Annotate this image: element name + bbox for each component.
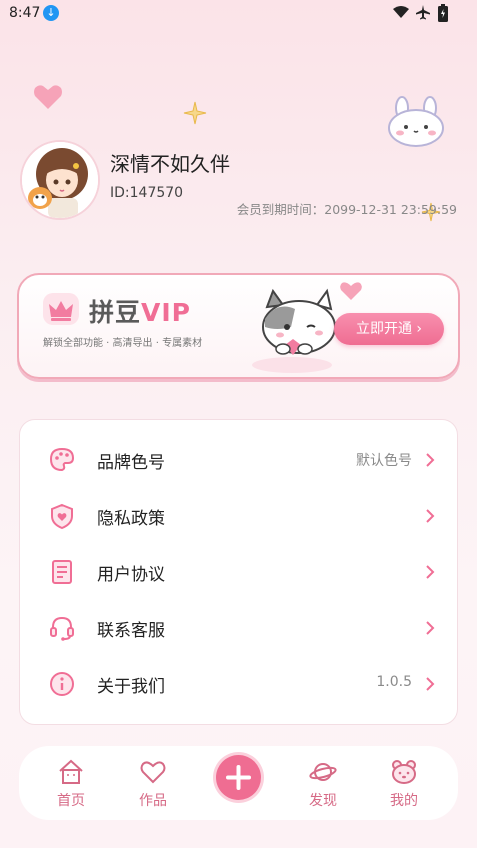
avatar-girl-icon — [22, 142, 98, 218]
palette-icon — [49, 447, 75, 472]
tab-works[interactable]: 作品 — [113, 746, 193, 820]
status-bar: 8:47 ↓ — [0, 0, 477, 26]
tab-label: 发现 — [309, 793, 337, 809]
bottom-tab-bar: 首页 作品 发现 我的 — [19, 746, 458, 820]
headset-icon — [50, 616, 74, 641]
tab-discover[interactable]: 发现 — [283, 746, 363, 820]
chevron-right-icon — [426, 509, 435, 523]
membership-expire-text: 会员到期时间：2099-12-31 23:59:59 — [236, 202, 457, 217]
create-button[interactable] — [216, 755, 261, 800]
info-icon — [50, 672, 74, 696]
tab-label: 我的 — [390, 793, 418, 809]
wifi-icon — [393, 6, 409, 18]
pixel-heart-small-icon — [340, 282, 362, 300]
vip-activate-button[interactable]: 立即开通 › — [334, 313, 444, 345]
menu-item-label: 品牌色号 — [97, 453, 165, 473]
crown-icon — [43, 293, 79, 325]
chevron-right-icon — [426, 621, 435, 635]
menu-item-brand-color[interactable]: 品牌色号 默认色号 — [20, 432, 459, 488]
menu-item-value: 默认色号 — [356, 453, 412, 469]
menu-item-label: 用户协议 — [97, 565, 165, 585]
planet-icon — [309, 763, 337, 781]
tab-home[interactable]: 首页 — [31, 746, 111, 820]
shield-heart-icon — [51, 503, 73, 530]
pixel-heart-icon — [34, 85, 62, 109]
heart-icon — [140, 761, 166, 784]
vip-title: 拼豆VIP — [89, 293, 191, 329]
menu-item-about-us[interactable]: 关于我们 1.0.5 — [20, 656, 459, 712]
menu-item-value: 1.0.5 — [376, 674, 412, 690]
chevron-right-icon — [426, 453, 435, 467]
vip-title-main: 拼豆 — [89, 298, 142, 327]
tab-label: 首页 — [57, 793, 85, 809]
chevron-right-icon — [426, 565, 435, 579]
cat-mascot-icon — [252, 288, 336, 373]
download-icon: ↓ — [43, 5, 59, 21]
chevron-right-icon — [426, 677, 435, 691]
battery-icon — [438, 4, 448, 22]
menu-item-contact-support[interactable]: 联系客服 — [20, 600, 459, 656]
status-time: 8:47 — [9, 5, 41, 21]
settings-menu: 品牌色号 默认色号 隐私政策 用户协议 联系客服 关于我们 1.0.5 — [19, 419, 458, 725]
menu-item-label: 关于我们 — [97, 677, 165, 697]
vip-banner[interactable]: 拼豆VIP 解锁全部功能 · 高清导出 · 专属素材 立即开通 › — [17, 273, 460, 379]
menu-item-user-agreement[interactable]: 用户协议 — [20, 544, 459, 600]
nickname: 深情不如久伴 — [110, 152, 230, 176]
airplane-icon — [416, 5, 430, 20]
house-icon — [59, 759, 83, 784]
vip-subtitle: 解锁全部功能 · 高清导出 · 专属素材 — [43, 338, 203, 349]
user-id: ID:147570 — [110, 185, 184, 201]
bear-icon — [392, 760, 416, 784]
document-icon — [52, 560, 72, 584]
menu-item-label: 隐私政策 — [97, 509, 165, 529]
avatar[interactable] — [20, 140, 100, 220]
tab-mine[interactable]: 我的 — [364, 746, 444, 820]
tab-label: 作品 — [139, 793, 167, 809]
menu-item-label: 联系客服 — [97, 621, 165, 641]
menu-item-privacy-policy[interactable]: 隐私政策 — [20, 488, 459, 544]
vip-title-vip: VIP — [141, 298, 191, 327]
sparkle-icon — [183, 101, 207, 125]
bunny-icon — [388, 96, 444, 147]
plus-icon — [226, 765, 251, 790]
